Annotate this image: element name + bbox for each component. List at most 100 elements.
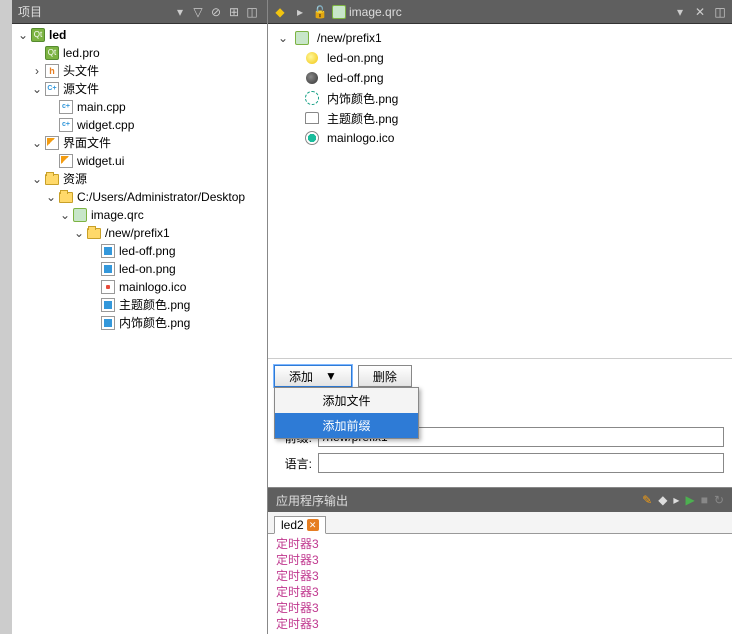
expand-icon[interactable]: ⌄ [16,26,30,44]
expand-icon[interactable]: › [30,62,44,80]
dropdown-icon[interactable]: ▾ [171,5,189,19]
cpp-file-icon: c+ [59,100,73,114]
expand-icon[interactable]: ⌄ [30,170,44,188]
expand-icon[interactable]: ⌄ [30,80,44,98]
qrc-file[interactable]: image.qrc [91,206,144,224]
output-title: 应用程序输出 [276,492,348,509]
sidebar-title: 项目 [18,3,171,20]
qrc-file-icon [73,208,87,222]
expand-icon[interactable]: ⌄ [30,134,44,152]
resource-path[interactable]: C:/Users/Administrator/Desktop [77,188,245,206]
prefix-folder[interactable]: /new/prefix1 [105,224,170,242]
cpp-folder-icon: C+ [45,82,59,96]
source-file[interactable]: main.cpp [77,98,126,116]
clear-icon[interactable]: ✎ [642,493,652,507]
expand-icon[interactable]: ⌄ [44,188,58,206]
run-icon[interactable]: ▶ [685,493,694,507]
resource-file[interactable]: mainlogo.ico [119,278,186,296]
prefix-node[interactable]: /new/prefix1 [317,31,382,45]
rerun-icon[interactable]: ↻ [714,493,724,507]
filter-icon[interactable]: ▽ [189,5,207,19]
add-dropdown: 添加文件 添加前缀 [274,387,419,439]
ui-file[interactable]: widget.ui [77,152,124,170]
folder-icon [59,192,73,203]
resource-toolbar: 添加▼ 删除 添加文件 添加前缀 [268,358,732,393]
image-file-icon [101,298,115,312]
ico-file-icon [101,280,115,294]
resource-file[interactable]: 主题颜色.png [119,296,190,314]
language-label: 语言: [276,455,312,472]
sidebar-header: 项目 ▾ ▽ ⊘ ⊞ ◫ [12,0,267,24]
editor-tabbar: ◆ ▸ 🔓 image.qrc ▾ ✕ ◫ [268,0,732,24]
forms-folder-icon [45,136,59,150]
project-sidebar: 项目 ▾ ▽ ⊘ ⊞ ◫ ⌄Qtled Qtled.pro ›h头文件 ⌄C+源… [12,0,268,634]
image-file-icon [101,262,115,276]
output-line: 定时器3 [276,552,724,568]
sources-folder[interactable]: 源文件 [63,80,99,98]
resource-editor[interactable]: ⌄ /new/prefix1 led-on.png led-off.png 内饰颜… [268,24,732,358]
prev-icon[interactable]: ◆ [658,493,667,507]
expand-icon[interactable]: ⌄ [72,224,86,242]
forms-folder[interactable]: 界面文件 [63,134,111,152]
output-tab[interactable]: led2✕ [274,516,326,534]
add-button[interactable]: 添加▼ [274,365,352,387]
expand-icon[interactable]: ⌄ [58,206,72,224]
add-icon[interactable]: ⊞ [225,5,243,19]
resource-file[interactable]: led-on.png [119,260,176,278]
editor-panel: ◆ ▸ 🔓 image.qrc ▾ ✕ ◫ ⌄ /new/prefix1 led-… [268,0,732,634]
output-tabs: led2✕ [268,512,732,534]
link-icon[interactable]: ⊘ [207,5,225,19]
stop-icon[interactable]: ■ [701,493,708,507]
resource-item[interactable]: 主题颜色.png [327,110,398,127]
bulb-off-icon [306,72,318,84]
close-tab-icon[interactable]: ✕ [692,5,708,19]
logo-icon [305,131,319,145]
folder-icon [87,228,101,239]
image-file-icon [101,316,115,330]
folder-icon [45,174,59,185]
source-file[interactable]: widget.cpp [77,116,134,134]
output-pane: 应用程序输出 ✎ ◆ ▸ ▶ ■ ↻ led2✕ 定时器3 定时器3 定时器3 … [268,487,732,634]
back-icon[interactable]: ◆ [272,5,288,19]
tshirt-icon [305,112,319,124]
project-name[interactable]: led [49,26,66,44]
output-line: 定时器3 [276,568,724,584]
expand-icon[interactable]: ⌄ [276,31,290,45]
lock-icon[interactable]: 🔓 [312,5,328,19]
resources-folder[interactable]: 资源 [63,170,87,188]
resource-file[interactable]: led-off.png [119,242,176,260]
dropdown-icon[interactable]: ▾ [672,5,688,19]
next-icon[interactable]: ▸ [673,493,679,507]
pro-file-icon: Qt [45,46,59,60]
resource-item[interactable]: led-off.png [327,71,384,85]
project-icon: Qt [31,28,45,42]
close-icon[interactable]: ✕ [307,519,319,531]
editor-tab[interactable]: image.qrc [332,5,402,19]
palette-icon [305,91,319,105]
split-icon[interactable]: ◫ [243,5,261,19]
output-line: 定时器3 [276,584,724,600]
pro-file[interactable]: led.pro [63,44,100,62]
output-line: 定时器3 [276,536,724,552]
delete-button[interactable]: 删除 [358,365,412,387]
split-icon[interactable]: ◫ [712,5,728,19]
resource-item[interactable]: 内饰颜色.png [327,90,398,107]
headers-folder[interactable]: 头文件 [63,62,99,80]
add-prefix-item[interactable]: 添加前缀 [275,413,418,438]
output-body[interactable]: 定时器3 定时器3 定时器3 定时器3 定时器3 定时器3 [268,534,732,634]
cpp-file-icon: c+ [59,118,73,132]
header-folder-icon: h [45,64,59,78]
bulb-on-icon [306,52,318,64]
ui-file-icon [59,154,73,168]
language-input[interactable] [318,453,724,473]
forward-icon[interactable]: ▸ [292,5,308,19]
output-line: 定时器3 [276,616,724,632]
add-file-item[interactable]: 添加文件 [275,388,418,413]
project-tree[interactable]: ⌄Qtled Qtled.pro ›h头文件 ⌄C+源文件 c+main.cpp… [12,24,267,634]
output-line: 定时器3 [276,600,724,616]
prefix-icon [295,31,309,45]
resource-item[interactable]: mainlogo.ico [327,131,394,145]
image-file-icon [101,244,115,258]
resource-file[interactable]: 内饰颜色.png [119,314,190,332]
resource-item[interactable]: led-on.png [327,51,384,65]
